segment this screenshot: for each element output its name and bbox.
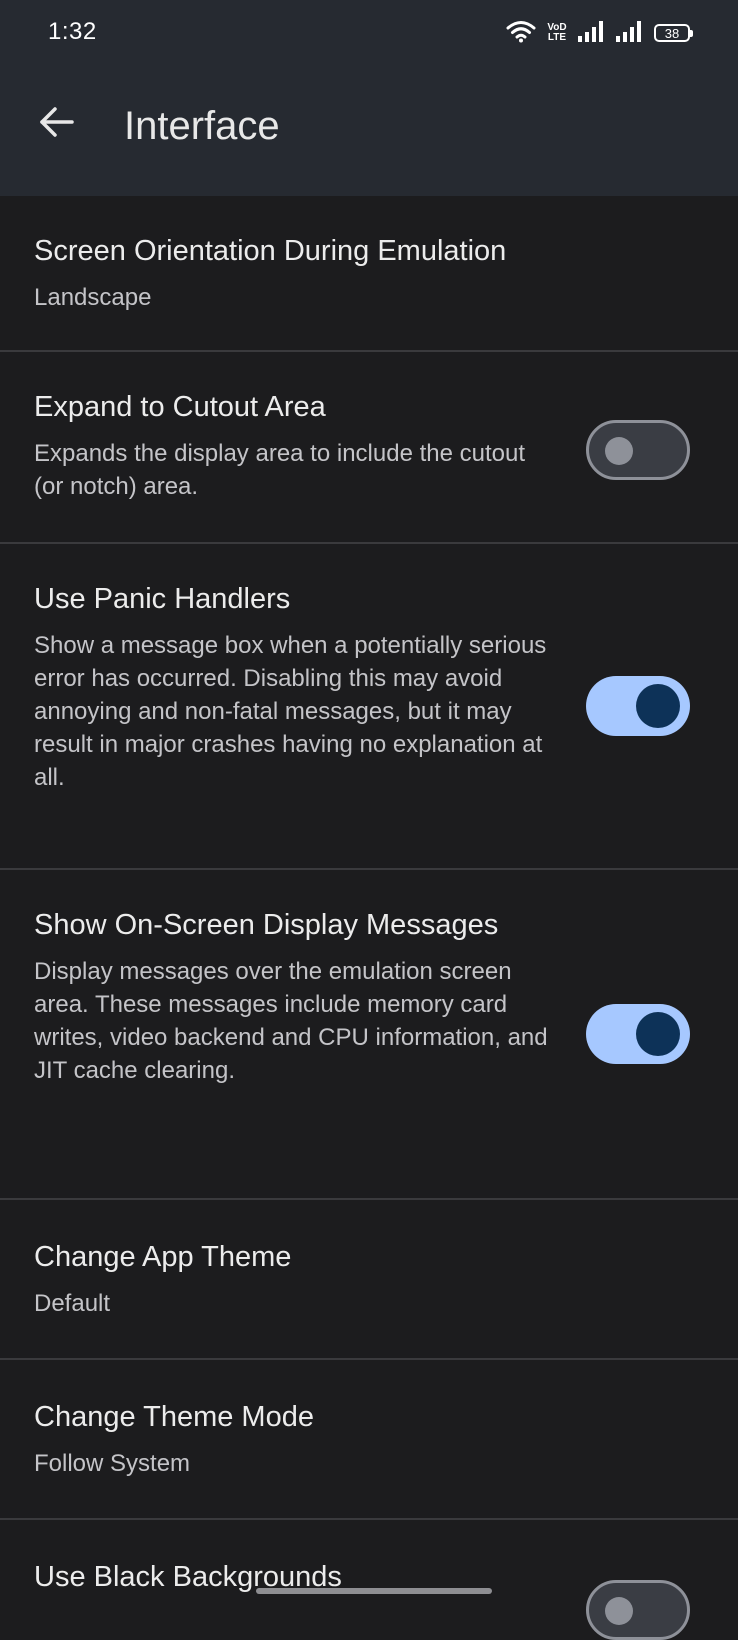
volte-icon: VoD LTE: [546, 23, 568, 43]
status-time: 1:32: [48, 18, 97, 45]
black-backgrounds-toggle[interactable]: [586, 1580, 690, 1640]
panic-handlers-toggle[interactable]: [586, 676, 690, 736]
setting-description: Expands the display area to include the …: [34, 440, 525, 500]
home-indicator[interactable]: [256, 1588, 492, 1594]
setting-theme-mode[interactable]: Change Theme Mode Follow System: [0, 1360, 738, 1520]
setting-title: Show On-Screen Display Messages: [34, 909, 499, 941]
setting-value: Landscape: [34, 284, 152, 311]
battery-level: 38: [664, 25, 680, 41]
status-icons: VoD LTE 38: [506, 18, 693, 48]
signal-icon: [616, 20, 644, 47]
setting-value: Follow System: [34, 1450, 191, 1477]
toggle-knob: [636, 684, 680, 728]
setting-title: Expand to Cutout Area: [34, 391, 326, 423]
setting-title: Screen Orientation During Emulation: [34, 235, 507, 267]
setting-title: Change Theme Mode: [34, 1401, 314, 1433]
setting-app-theme[interactable]: Change App Theme Default: [0, 1200, 738, 1360]
setting-title: Use Panic Handlers: [34, 583, 291, 615]
setting-panic-handlers[interactable]: Use Panic Handlers Show a message box wh…: [0, 544, 738, 870]
setting-value: Default: [34, 1290, 111, 1317]
back-button[interactable]: [32, 100, 80, 148]
toggle-knob: [605, 437, 633, 465]
setting-title: Change App Theme: [34, 1241, 292, 1273]
toggle-knob: [605, 1597, 633, 1625]
signal-icon: [578, 20, 606, 47]
page-title: Interface: [124, 104, 280, 148]
app-bar: Interface: [0, 66, 738, 196]
setting-osd-messages[interactable]: Show On-Screen Display Messages Display …: [0, 870, 738, 1200]
volte-bottom-label: LTE: [547, 32, 567, 43]
osd-messages-toggle[interactable]: [586, 1004, 690, 1064]
setting-text: Use Panic Handlers Show a message box wh…: [34, 580, 554, 794]
setting-text: Expand to Cutout Area Expands the displa…: [34, 388, 554, 503]
arrow-left-icon: [36, 102, 76, 147]
toggle-knob: [636, 1012, 680, 1056]
setting-screen-orientation[interactable]: Screen Orientation During Emulation Land…: [0, 196, 738, 352]
expand-cutout-toggle[interactable]: [586, 420, 690, 480]
setting-text: Show On-Screen Display Messages Display …: [34, 906, 554, 1087]
battery-icon: 38: [654, 24, 693, 42]
setting-description: Display messages over the emulation scre…: [34, 958, 548, 1084]
setting-description: Show a message box when a potentially se…: [34, 632, 547, 791]
status-bar: 1:32 VoD LTE 38: [0, 0, 738, 66]
setting-expand-cutout[interactable]: Expand to Cutout Area Expands the displa…: [0, 352, 738, 544]
top-bar: 1:32 VoD LTE 38 Interface: [0, 0, 738, 196]
settings-list: Screen Orientation During Emulation Land…: [0, 196, 738, 1640]
wifi-icon: [506, 19, 536, 48]
